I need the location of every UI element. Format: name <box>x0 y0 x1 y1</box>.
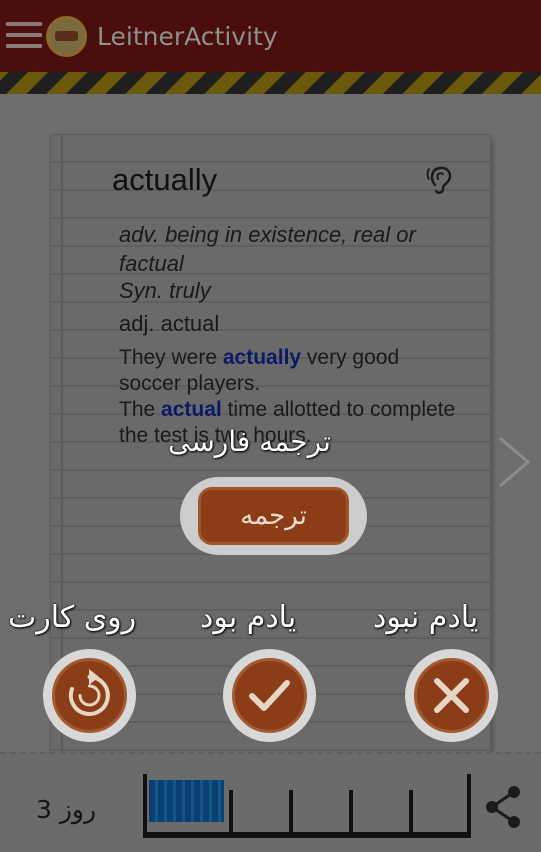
day-label: روز 3 <box>36 795 97 824</box>
chevron-right-icon[interactable] <box>496 434 532 490</box>
example-sentence-1: They were actually very good soccer play… <box>119 346 400 395</box>
check-icon <box>249 680 290 711</box>
app-logo <box>46 16 87 57</box>
card-adjective: adj. actual <box>119 311 220 336</box>
known-hint: یادم بود <box>200 600 297 635</box>
translate-hint: ترجمه فارسی <box>168 425 331 458</box>
highlighted-word: actual <box>161 398 222 421</box>
share-icon[interactable] <box>480 782 526 832</box>
hazard-stripe <box>0 72 541 94</box>
card-definition: adv. being in existence, real or factual <box>119 222 416 276</box>
highlighted-word: actually <box>222 346 302 369</box>
card-word: actually <box>112 162 218 197</box>
card-synonym: Syn. truly <box>119 278 211 303</box>
app-title: LeitnerActivity <box>97 22 278 51</box>
flip-card-hint: روی کارت <box>8 600 137 635</box>
close-icon <box>434 678 469 713</box>
progress-fill <box>149 780 224 822</box>
leitner-box-progress <box>143 774 473 838</box>
unknown-hint: یادم نبود <box>373 600 479 635</box>
hamburger-menu-icon[interactable] <box>6 22 42 50</box>
ear-icon[interactable] <box>426 163 456 195</box>
flip-card-button[interactable] <box>52 658 127 733</box>
unknown-button[interactable] <box>414 658 489 733</box>
known-button[interactable] <box>232 658 307 733</box>
translate-button[interactable]: ترجمه <box>198 487 349 545</box>
app-bar: LeitnerActivity <box>0 0 541 72</box>
refresh-icon <box>68 669 110 716</box>
